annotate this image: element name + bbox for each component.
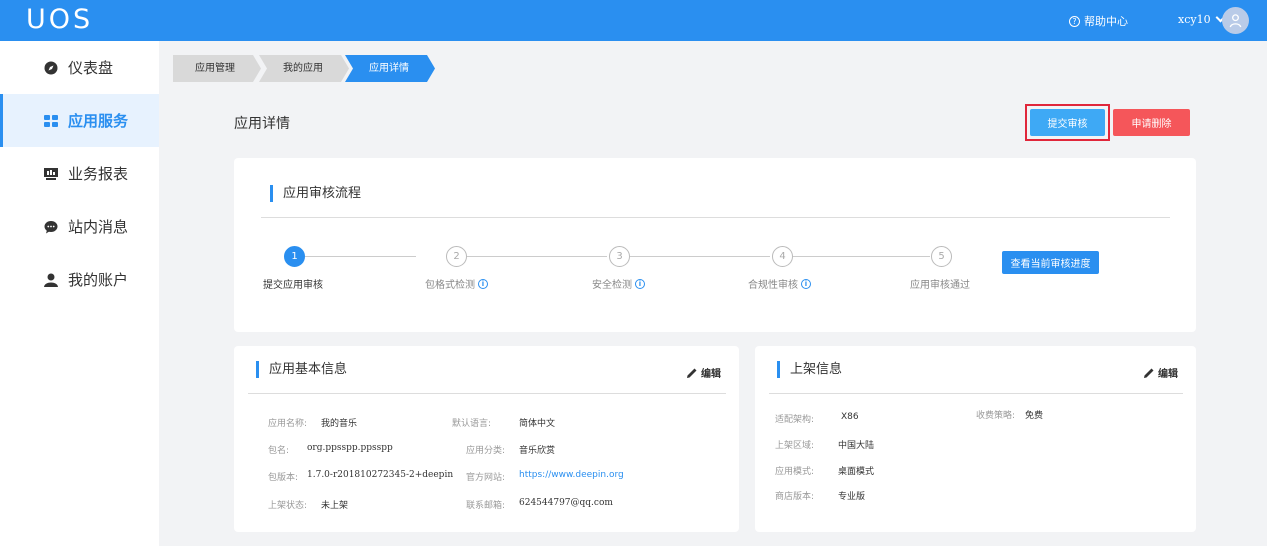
top-bar: UOS ? 帮助中心 xcy10 (0, 0, 1267, 41)
page-title: 应用详情 (234, 116, 290, 132)
sidebar-item-dashboard[interactable]: 仪表盘 (0, 41, 159, 94)
package-name-value: org.ppsspp.ppsspp (307, 443, 393, 453)
step-label-text: 合规性审核 (748, 280, 798, 291)
field-label: 应用名称: (268, 419, 308, 429)
logo: UOS (26, 4, 94, 35)
sidebar-item-label: 我的账户 (68, 271, 129, 289)
username: xcy10 (1178, 13, 1211, 26)
review-process-card (234, 158, 1196, 332)
step-3-circle: 3 (609, 246, 630, 267)
step-connector (793, 256, 930, 257)
field-label: 应用模式: (775, 467, 815, 477)
step-connector (630, 256, 770, 257)
help-center-label: 帮助中心 (1084, 15, 1128, 28)
breadcrumb-item-my-apps[interactable]: 我的应用 (261, 55, 345, 82)
dashboard-icon (44, 61, 58, 75)
info-icon[interactable]: i (478, 278, 488, 289)
sidebar-item-account[interactable]: 我的账户 (0, 253, 159, 306)
divider (248, 393, 726, 394)
help-center-link[interactable]: ? 帮助中心 (1069, 13, 1128, 29)
app-name-value: 我的音乐 (321, 419, 358, 429)
view-review-progress-button[interactable]: 查看当前审核进度 (1002, 251, 1099, 274)
divider (261, 217, 1170, 218)
help-icon: ? (1069, 15, 1080, 27)
contact-email-value: 624544797@qq.com (519, 498, 613, 508)
step-1-circle: 1 (284, 246, 305, 267)
edit-label: 编辑 (1158, 369, 1178, 380)
divider (769, 393, 1183, 394)
listing-region-value: 中国大陆 (838, 441, 875, 451)
step-2-circle: 2 (446, 246, 467, 267)
step-label-text: 应用审核通过 (910, 280, 970, 291)
step-5-circle: 5 (931, 246, 952, 267)
field-label: 包名: (268, 446, 290, 456)
field-label: 上架区域: (775, 441, 815, 451)
field-label: 收费策略: (976, 411, 1016, 421)
app-category-value: 音乐欣赏 (519, 446, 556, 456)
field-label: 默认语言: (452, 419, 492, 429)
sidebar: 仪表盘 应用服务 业务报表 站内消息 我的账户 (0, 41, 159, 546)
field-label: 适配架构: (775, 415, 815, 425)
architecture-value: X86 (841, 412, 859, 422)
pencil-icon (687, 368, 697, 378)
app-mode-value: 桌面模式 (838, 467, 875, 477)
step-1-label: 提交应用审核 (263, 276, 323, 291)
breadcrumb-item-app-management[interactable]: 应用管理 (173, 55, 257, 82)
sidebar-item-label: 站内消息 (68, 218, 129, 236)
basic-info-edit-button[interactable]: 编辑 (686, 365, 721, 380)
field-label: 包版本: (268, 473, 299, 483)
pricing-policy-value: 免费 (1025, 411, 1044, 421)
step-connector (305, 256, 416, 257)
step-4-circle: 4 (772, 246, 793, 267)
user-menu[interactable]: xcy10 (1178, 12, 1226, 26)
sidebar-item-app-services[interactable]: 应用服务 (0, 94, 159, 147)
step-5-label: 应用审核通过 (910, 276, 970, 291)
sidebar-item-reports[interactable]: 业务报表 (0, 147, 159, 200)
field-label: 联系邮箱: (466, 501, 506, 511)
edit-label: 编辑 (701, 369, 721, 380)
listing-status-value: 未上架 (321, 501, 349, 511)
listing-info-title: 上架信息 (777, 361, 842, 378)
field-label: 上架状态: (268, 501, 308, 511)
step-4-label: 合规性审核 i (748, 276, 811, 291)
avatar[interactable] (1222, 7, 1249, 34)
field-label: 商店版本: (775, 492, 815, 502)
sidebar-item-label: 仪表盘 (68, 59, 114, 77)
step-label-text: 提交应用审核 (263, 280, 323, 291)
submit-review-button[interactable]: 提交审核 (1030, 109, 1105, 136)
step-3-label: 安全检测 i (592, 276, 645, 291)
pencil-icon (1144, 368, 1154, 378)
grid-icon (44, 114, 58, 128)
default-language-value: 简体中文 (519, 419, 556, 429)
basic-info-title: 应用基本信息 (256, 361, 347, 378)
step-label-text: 安全检测 (592, 280, 632, 291)
review-process-title: 应用审核流程 (270, 185, 361, 202)
sidebar-item-label: 应用服务 (68, 112, 129, 130)
store-edition-value: 专业版 (838, 492, 866, 502)
step-connector (467, 256, 607, 257)
step-label-text: 包格式检测 (425, 280, 475, 291)
info-icon[interactable]: i (635, 278, 645, 289)
field-label: 应用分类: (466, 446, 506, 456)
breadcrumb-item-app-detail: 应用详情 (369, 63, 409, 74)
field-label: 官方网站: (466, 473, 506, 483)
listing-info-edit-button[interactable]: 编辑 (1143, 365, 1178, 380)
message-icon (44, 220, 58, 234)
package-version-value: 1.7.0-r201810272345-2+deepin (307, 470, 454, 480)
step-2-label: 包格式检测 i (425, 276, 488, 291)
official-website-link[interactable]: https://www.deepin.org (519, 470, 624, 480)
request-delete-button[interactable]: 申请删除 (1113, 109, 1190, 136)
report-icon (44, 167, 58, 181)
sidebar-item-messages[interactable]: 站内消息 (0, 200, 159, 253)
sidebar-item-label: 业务报表 (68, 165, 129, 183)
user-avatar-icon (1229, 14, 1242, 28)
user-icon (44, 273, 58, 287)
info-icon[interactable]: i (801, 278, 811, 289)
